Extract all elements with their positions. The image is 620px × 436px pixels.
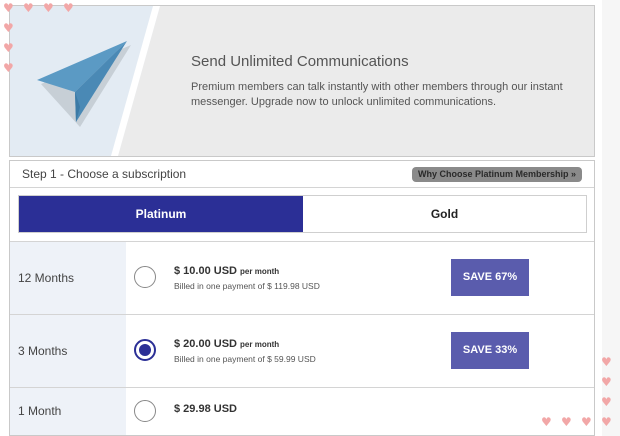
price-period: per month <box>240 340 280 349</box>
subscription-panel: Step 1 - Choose a subscription Why Choos… <box>9 160 595 436</box>
page-scroll-gutter <box>602 0 620 436</box>
heart-icon: ♥ <box>601 375 612 389</box>
save-badge-67[interactable]: SAVE 67% <box>451 259 529 296</box>
save-badge-33[interactable]: SAVE 33% <box>451 332 529 369</box>
price-period: per month <box>240 267 280 276</box>
price-amount: $ 20.00 USD <box>174 338 237 350</box>
plan-price: $ 29.98 USD <box>174 403 237 415</box>
hero-banner: Send Unlimited Communications Premium me… <box>9 5 595 157</box>
plan-price: $ 20.00 USD per month <box>174 338 279 350</box>
tab-platinum[interactable]: Platinum <box>19 196 303 232</box>
heart-icon: ♥ <box>581 415 592 429</box>
tab-gold[interactable]: Gold <box>303 196 586 232</box>
plan-duration-cell: 12 Months <box>10 242 126 314</box>
heart-icon: ♥ <box>63 1 74 15</box>
heart-icon: ♥ <box>23 1 34 15</box>
heart-icon: ♥ <box>601 415 612 429</box>
heart-icon: ♥ <box>3 21 14 35</box>
step-title: Step 1 - Choose a subscription <box>22 167 187 181</box>
heart-icon: ♥ <box>3 61 14 75</box>
plan-duration: 1 Month <box>18 404 62 418</box>
heart-icon: ♥ <box>601 355 612 369</box>
plan-row-12-months[interactable]: 12 Months $ 10.00 USD per month Billed i… <box>10 241 594 314</box>
heart-icon: ♥ <box>43 1 54 15</box>
heart-icon: ♥ <box>3 1 14 15</box>
plan-duration-cell: 1 Month <box>10 388 126 435</box>
header-divider <box>10 187 594 188</box>
hero-description: Premium members can talk instantly with … <box>191 81 563 108</box>
plan-tabs: Platinum Gold <box>18 195 587 233</box>
plan-duration: 12 Months <box>18 271 75 285</box>
plan-radio-12-months[interactable] <box>134 266 156 288</box>
price-amount: $ 10.00 USD <box>174 265 237 277</box>
hero-illustration <box>10 6 160 156</box>
heart-icon: ♥ <box>561 415 572 429</box>
billed-note: Billed in one payment of $ 119.98 USD <box>174 281 320 291</box>
billed-note: Billed in one payment of $ 59.99 USD <box>174 354 316 364</box>
heart-icon: ♥ <box>3 41 14 55</box>
price-amount: $ 29.98 USD <box>174 403 237 415</box>
heart-icon: ♥ <box>601 395 612 409</box>
why-platinum-button[interactable]: Why Choose Platinum Membership » <box>411 167 582 182</box>
plan-radio-3-months[interactable] <box>134 339 156 361</box>
hero-title: Send Unlimited Communications <box>191 53 409 70</box>
plan-row-1-month[interactable]: 1 Month $ 29.98 USD <box>10 387 594 435</box>
plan-price: $ 10.00 USD per month <box>174 265 279 277</box>
plan-duration: 3 Months <box>18 344 68 358</box>
plan-row-3-months[interactable]: 3 Months $ 20.00 USD per month Billed in… <box>10 314 594 387</box>
plan-duration-cell: 3 Months <box>10 315 126 387</box>
heart-icon: ♥ <box>541 415 552 429</box>
plan-radio-1-month[interactable] <box>134 400 156 422</box>
